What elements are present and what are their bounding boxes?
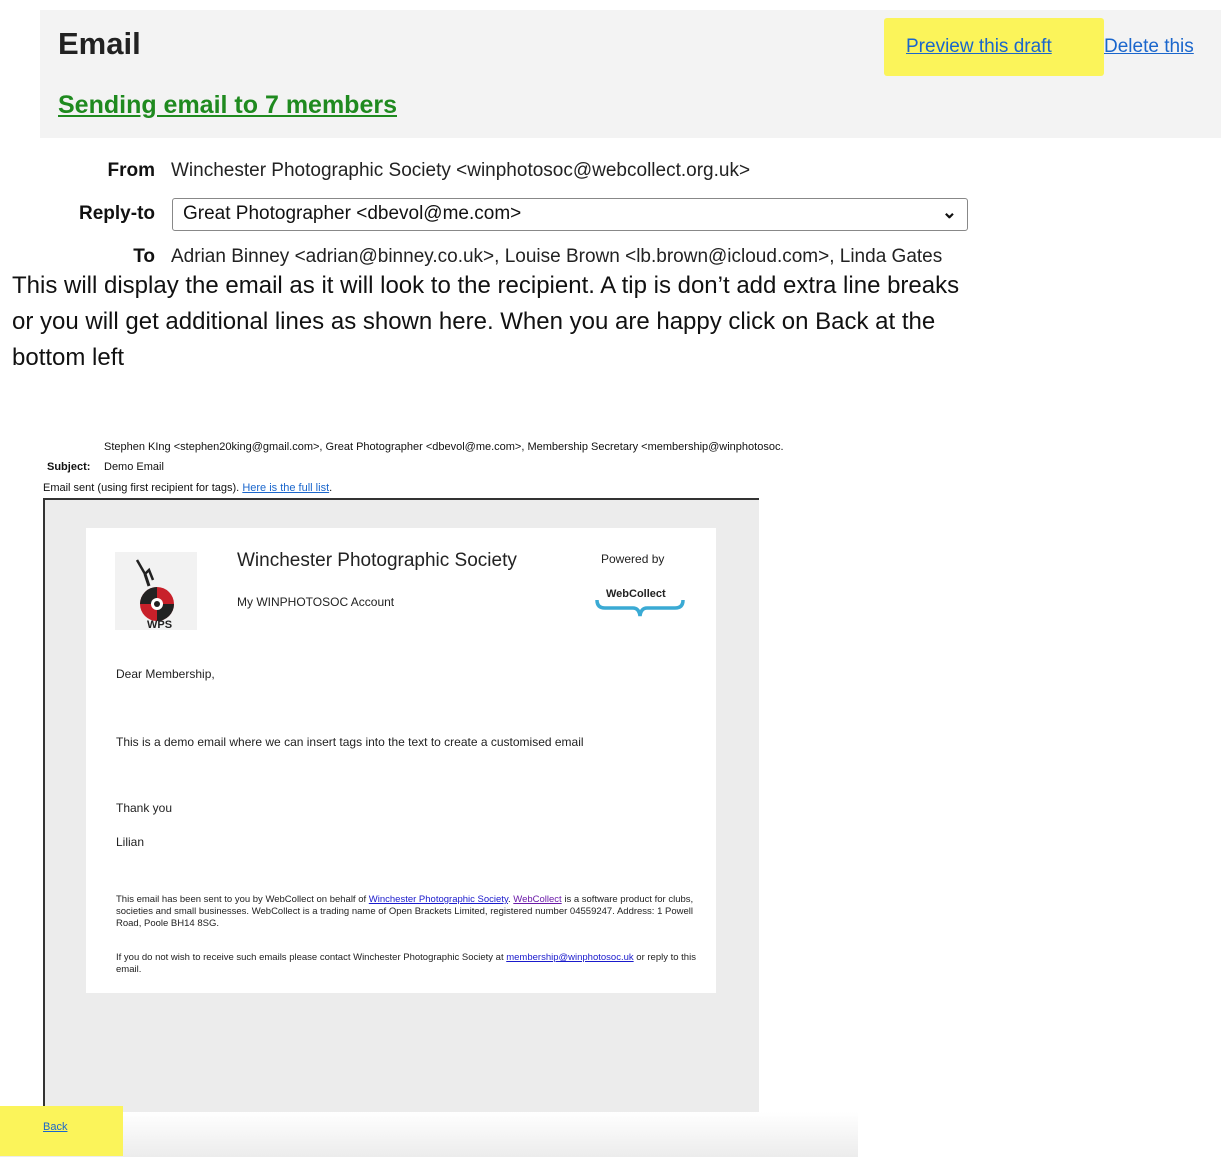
- replyto-label: Reply-to: [79, 203, 155, 224]
- sending-heading[interactable]: Sending email to 7 members: [58, 91, 397, 120]
- instruction-line: bottom left: [12, 344, 125, 371]
- instruction-line: or you will get additional lines as show…: [12, 308, 936, 335]
- email-footer-unsubscribe: If you do not wish to receive such email…: [116, 952, 696, 975]
- winchester-link[interactable]: Winchester Photographic Society: [369, 894, 508, 905]
- membership-email-link[interactable]: membership@winphotosoc.uk: [506, 952, 633, 963]
- account-name: My WINPHOTOSOC Account: [237, 595, 395, 609]
- instruction-line: This will display the email as it will l…: [12, 272, 960, 299]
- to-label: To: [133, 246, 155, 267]
- to-value: Adrian Binney <adrian@binney.co.uk>, Lou…: [171, 246, 943, 267]
- from-label: From: [107, 160, 156, 181]
- page-title: Email: [58, 26, 141, 61]
- preview-subject-label: Subject:: [47, 461, 91, 473]
- org-name: Winchester Photographic Society: [237, 550, 517, 571]
- preview-subject-value: Demo Email: [104, 461, 164, 473]
- logo-text: WPS: [147, 619, 172, 630]
- preview-sent-status: Email sent (using first recipient for ta…: [43, 482, 333, 494]
- chevron-down-icon: ⌄: [941, 202, 957, 222]
- back-link[interactable]: Back: [43, 1121, 67, 1133]
- thanks: Thank you: [116, 801, 173, 815]
- preview-to-value: Stephen KIng <stephen20king@gmail.com>, …: [104, 441, 784, 453]
- wps-logo-icon: WPS: [135, 559, 174, 631]
- full-list-link[interactable]: Here is the full list: [242, 482, 329, 494]
- delete-draft-link[interactable]: Delete this: [1104, 36, 1194, 58]
- instruction-text: This will display the email as it will l…: [12, 268, 1212, 376]
- webcollect-logo-text: WebCollect: [606, 588, 666, 600]
- signature: Lilian: [116, 835, 145, 849]
- sent-text: Email sent (using first recipient for ta…: [43, 482, 240, 494]
- email-body: This is a demo email where we can insert…: [116, 735, 584, 749]
- replyto-selected-value: Great Photographer <dbevol@me.com>: [183, 203, 522, 224]
- replyto-row: Reply-to: [0, 203, 170, 231]
- email-footer-disclaimer: This email has been sent to you by WebCo…: [116, 894, 694, 929]
- from-row: From Winchester Photographic Society <wi…: [0, 160, 1221, 188]
- powered-by-label: Powered by: [601, 552, 665, 566]
- from-value: Winchester Photographic Society <winphot…: [171, 160, 751, 181]
- preview-bottom-bar: [0, 1112, 858, 1157]
- webcollect-link[interactable]: WebCollect: [513, 894, 561, 905]
- greeting: Dear Membership,: [116, 667, 215, 681]
- wps-logo: WPS: [115, 552, 197, 631]
- preview-draft-link[interactable]: Preview this draft: [906, 36, 1052, 58]
- replyto-select[interactable]: Great Photographer <dbevol@me.com> ⌄: [172, 198, 968, 231]
